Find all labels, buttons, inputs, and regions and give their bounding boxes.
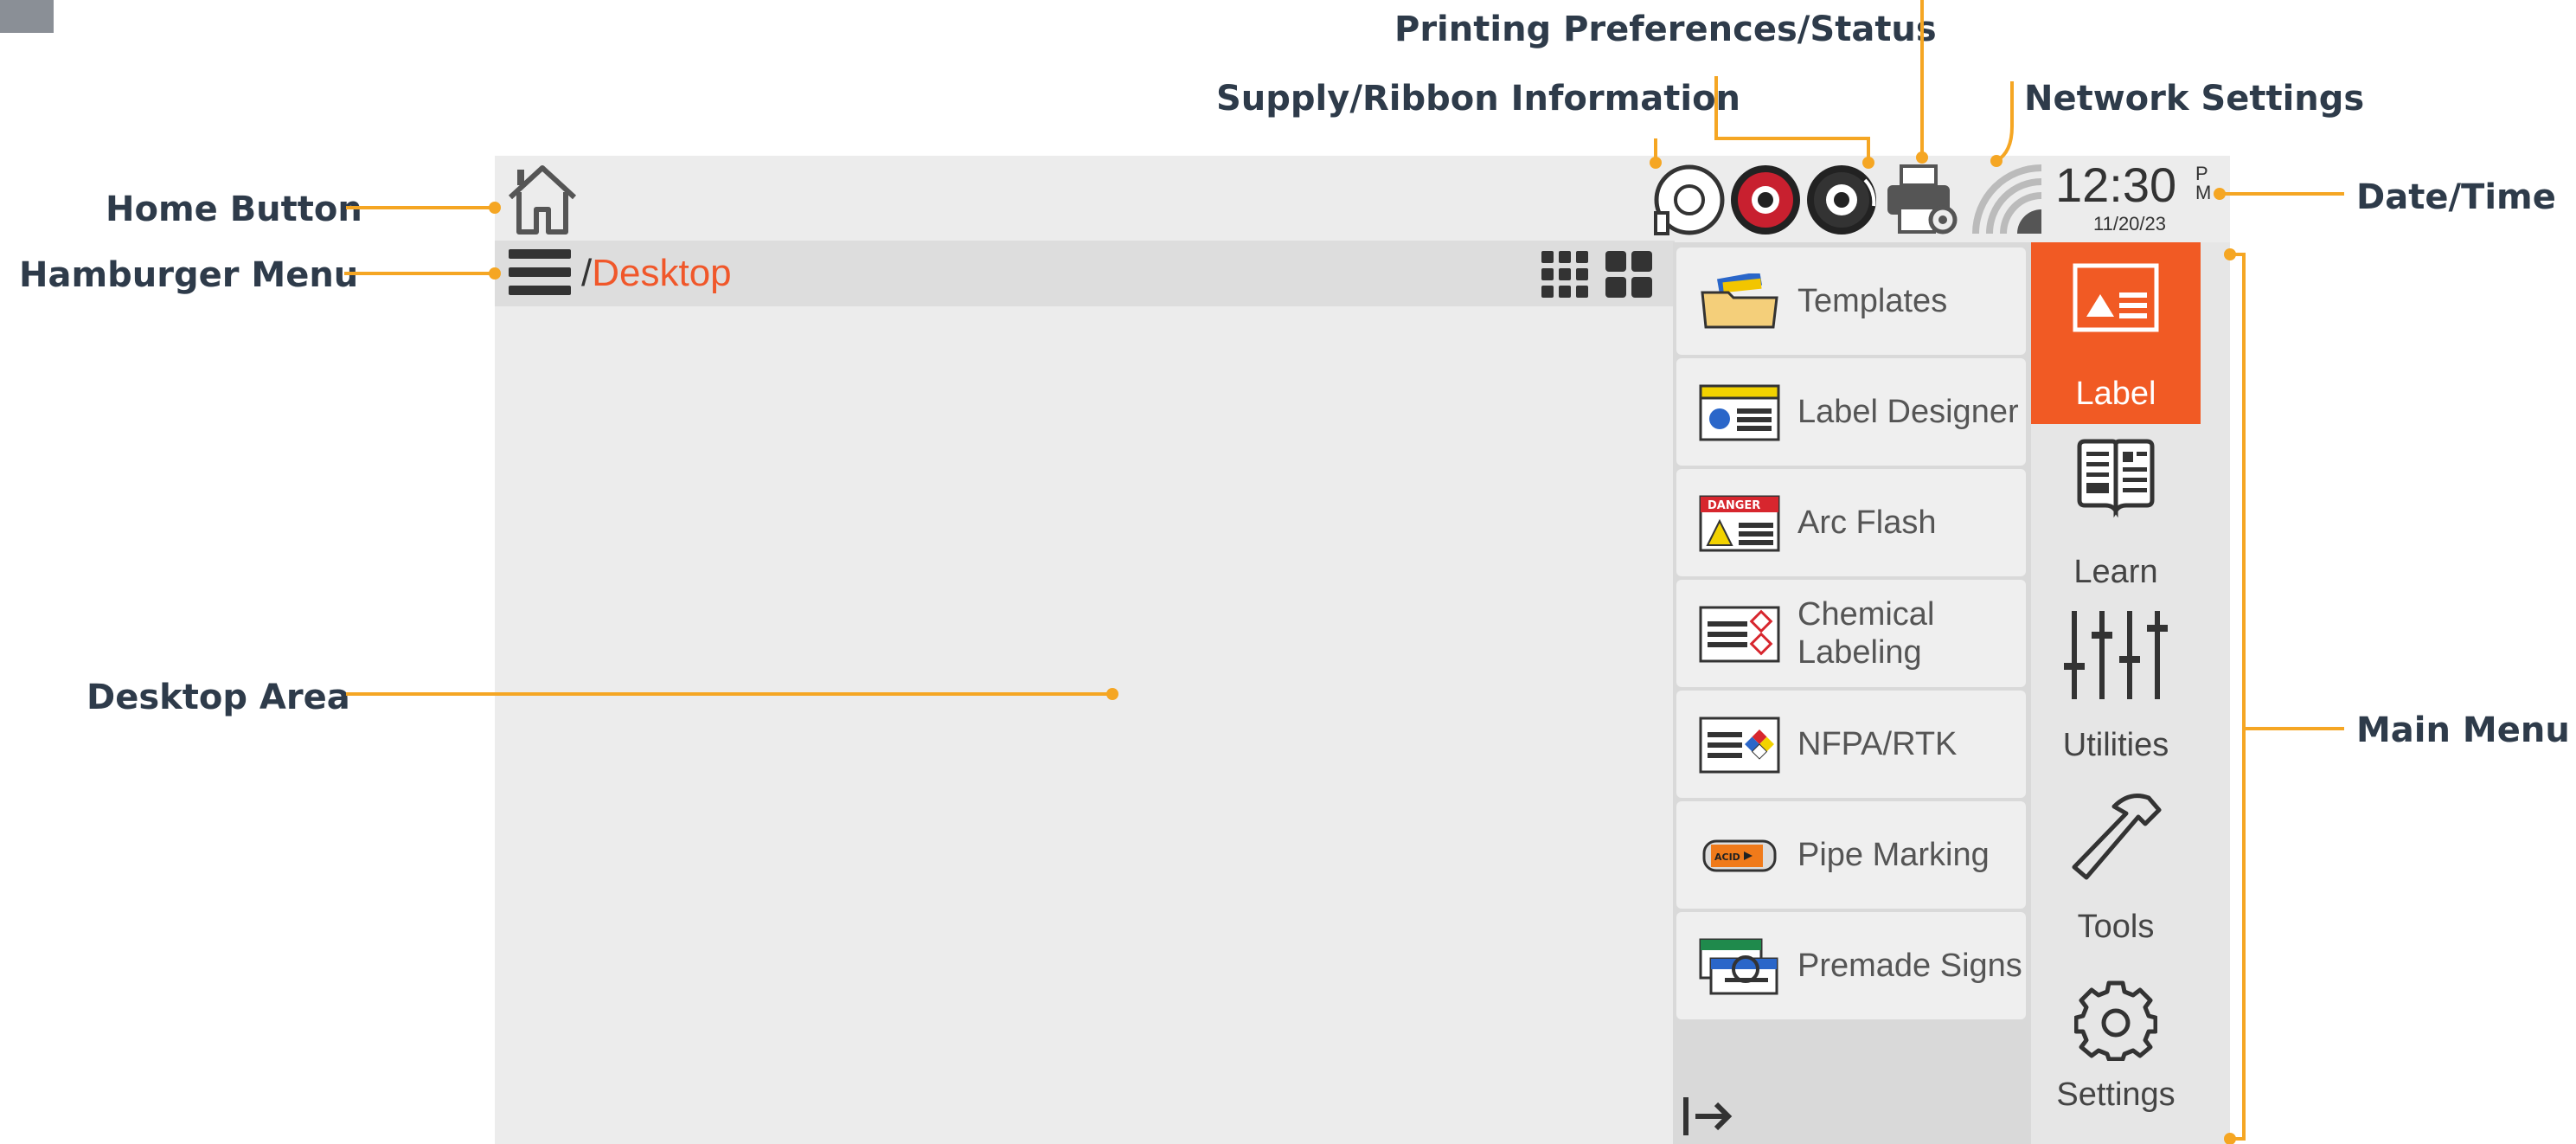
callout-lines bbox=[0, 0, 2576, 1144]
